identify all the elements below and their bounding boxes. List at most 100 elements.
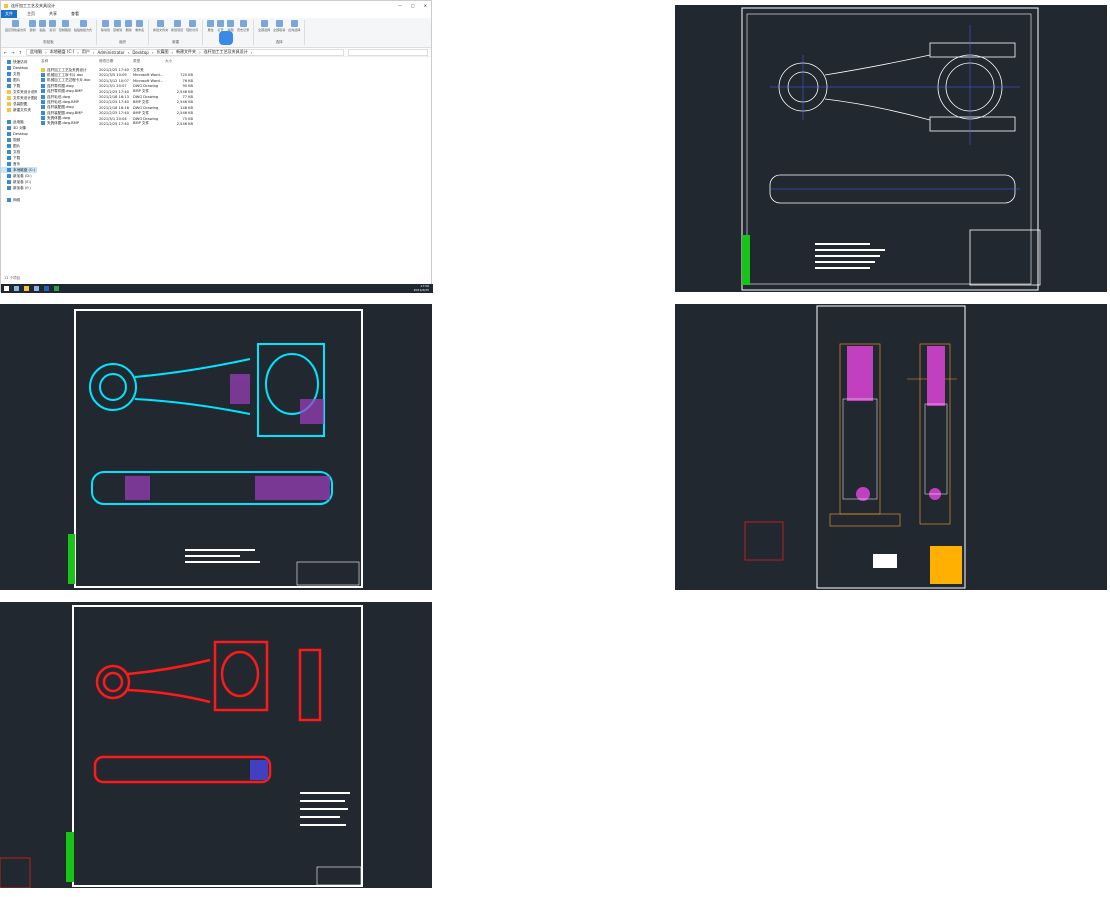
download-icon <box>7 84 11 88</box>
ribbon-button-icon <box>227 20 235 27</box>
breadcrumb-item[interactable]: 此电脑 <box>30 49 42 55</box>
ribbon-button[interactable]: 轻松访问 <box>186 20 198 32</box>
cad-drawing <box>68 309 363 588</box>
address-bar[interactable]: 此电脑 › 本地磁盘 (C:) › 用户 › Administrator › Desktop › 长… <box>26 48 344 56</box>
folder-icon <box>7 90 11 94</box>
file-type: Microsoft Word... <box>133 73 164 78</box>
close-button[interactable]: ✕ <box>424 3 427 8</box>
ribbon-button[interactable]: 复制 <box>29 20 37 32</box>
breadcrumb-item[interactable]: 新建文件夹 <box>176 49 196 55</box>
address-bar-row: ← → ↑ 此电脑 › 本地磁盘 (C:) › 用户 › Administrator › Des… <box>1 48 431 57</box>
breadcrumb-item[interactable]: 本地磁盘 (C:) <box>50 49 75 55</box>
ribbon-button[interactable]: 复制路径 <box>59 20 71 32</box>
ribbon-button[interactable]: 全部取消 <box>273 20 285 32</box>
ribbon-button-label: 全部取消 <box>273 28 286 32</box>
minimize-button[interactable]: — <box>398 3 402 8</box>
sidebar-item-label: Desktop <box>13 66 28 70</box>
file-size: 76 KB <box>182 78 193 83</box>
ribbon-button[interactable]: 复制到 <box>113 20 122 32</box>
up-button[interactable]: ↑ <box>19 50 22 55</box>
search-input[interactable] <box>348 48 428 56</box>
ribbon-button[interactable]: 属性 <box>207 20 215 32</box>
back-button[interactable]: ← <box>4 50 7 55</box>
tab-file[interactable]: 文件 <box>1 10 17 18</box>
ribbon-button-label: 复制路径 <box>59 28 72 32</box>
column-size[interactable]: 大小 <box>165 59 193 64</box>
cad-drawing-fixture <box>675 304 1107 590</box>
file-size: 148 KB <box>180 105 193 110</box>
file-name: 夹具体图.dwg <box>47 116 71 121</box>
ribbon-button[interactable]: 重命名 <box>135 20 144 32</box>
ribbon-button-label: 新建文件夹 <box>153 28 169 32</box>
ribbon-button[interactable]: 反向选择 <box>288 20 300 32</box>
ribbon-button[interactable]: 删除 <box>125 20 133 32</box>
sidebar-item-label: 网络 <box>13 197 21 202</box>
drive-icon <box>7 174 11 178</box>
ribbon-button[interactable]: 移动到 <box>101 20 110 32</box>
dwg-icon <box>41 83 45 88</box>
image-icon <box>41 121 45 126</box>
breadcrumb-item[interactable]: Desktop <box>132 50 149 55</box>
file-type: BMP 文件 <box>133 121 150 126</box>
file-date: 2021/2/25 17:40 <box>99 68 129 73</box>
ribbon-button-icon <box>12 20 19 27</box>
sidebar-item-label: 总装配图 <box>13 101 28 106</box>
ribbon-button[interactable]: 剪切 <box>49 20 57 32</box>
word-icon <box>41 78 45 83</box>
file-date: 2021/3/12 10:07 <box>99 78 129 83</box>
cad-drawing <box>0 605 363 889</box>
ribbon-button[interactable]: 全部选择 <box>258 20 270 32</box>
sidebar-item-label: 文档 <box>13 149 21 154</box>
sidebar-item-label: 新加卷 (F:) <box>13 185 31 190</box>
tab-home[interactable]: 主页 <box>23 10 39 18</box>
ribbon-button[interactable]: 固定到快速访问 <box>5 20 26 32</box>
ribbon-button[interactable]: 粘贴快捷方式 <box>74 20 92 32</box>
column-date[interactable]: 修改日期 <box>99 59 133 64</box>
file-row[interactable]: 夹具体图.dwg.BMP 2021/2/25 17:40 BMP 文件 2,546 K… <box>39 121 429 126</box>
file-name-cell: 夹具体图.dwg <box>41 116 99 121</box>
tab-view[interactable]: 查看 <box>67 10 83 18</box>
search-icon[interactable] <box>14 286 19 291</box>
sidebar-item[interactable]: 网络 <box>1 197 37 203</box>
ribbon-button[interactable]: 新建项目 <box>171 20 183 32</box>
breadcrumb-item[interactable]: 连杆加工工艺及夹具设计 <box>204 49 248 55</box>
file-explorer-icon[interactable] <box>24 286 29 291</box>
cad-drawing <box>744 305 966 589</box>
ribbon-button[interactable]: 粘贴 <box>39 20 47 32</box>
file-name: 连杆零件图.dwg <box>47 83 74 88</box>
forward-button[interactable]: → <box>11 50 14 55</box>
picture-icon <box>7 144 11 148</box>
breadcrumb-item[interactable]: Administrator <box>97 50 124 55</box>
tab-share[interactable]: 共享 <box>45 10 61 18</box>
ribbon-button-label: 历史记录 <box>237 28 250 32</box>
maximize-button[interactable]: □ <box>411 3 415 8</box>
ribbon-button-icon <box>239 20 247 27</box>
ribbon-button-label: 重命名 <box>135 28 145 32</box>
file-type: DWG Drawing <box>133 84 159 89</box>
ribbon-buttons: 固定到快速访问 复制 粘贴 剪切 复制路径 粘贴快捷方式 <box>5 20 92 32</box>
file-name: 机械加工工艺过程卡片.doc <box>47 78 91 83</box>
breadcrumb-item[interactable]: 长篇图 <box>156 49 168 55</box>
app-icon[interactable] <box>54 286 59 291</box>
ribbon-button[interactable]: 新建文件夹 <box>153 20 168 32</box>
drive-icon <box>7 168 11 172</box>
browser-icon[interactable] <box>34 286 39 291</box>
clock-date: 2021/2/25 <box>413 287 429 292</box>
ribbon-group: 移动到 复制到 删除 重命名 组织 <box>101 20 150 45</box>
sidebar-item-label: 快速访问 <box>13 59 28 64</box>
start-icon[interactable] <box>4 286 9 291</box>
folder-icon <box>7 96 11 100</box>
breadcrumb-item[interactable]: 用户 <box>82 49 90 55</box>
folder-icon <box>7 102 11 106</box>
ribbon-button[interactable]: 历史记录 <box>237 20 249 32</box>
file-date: 2021/2/25 17:40 <box>99 111 129 116</box>
ribbon-button-icon <box>173 20 181 27</box>
file-type: BMP 文件 <box>133 110 150 115</box>
ribbon-button-icon <box>102 20 110 27</box>
sidebar-item-label: 视频 <box>13 137 21 142</box>
word-icon[interactable] <box>44 286 49 291</box>
chevron-right-icon: › <box>127 49 130 55</box>
column-type[interactable]: 类型 <box>133 59 165 64</box>
ribbon-group: 新建文件夹 新建项目 轻松访问 新建 <box>153 20 204 45</box>
column-name[interactable]: 名称 <box>41 59 99 64</box>
